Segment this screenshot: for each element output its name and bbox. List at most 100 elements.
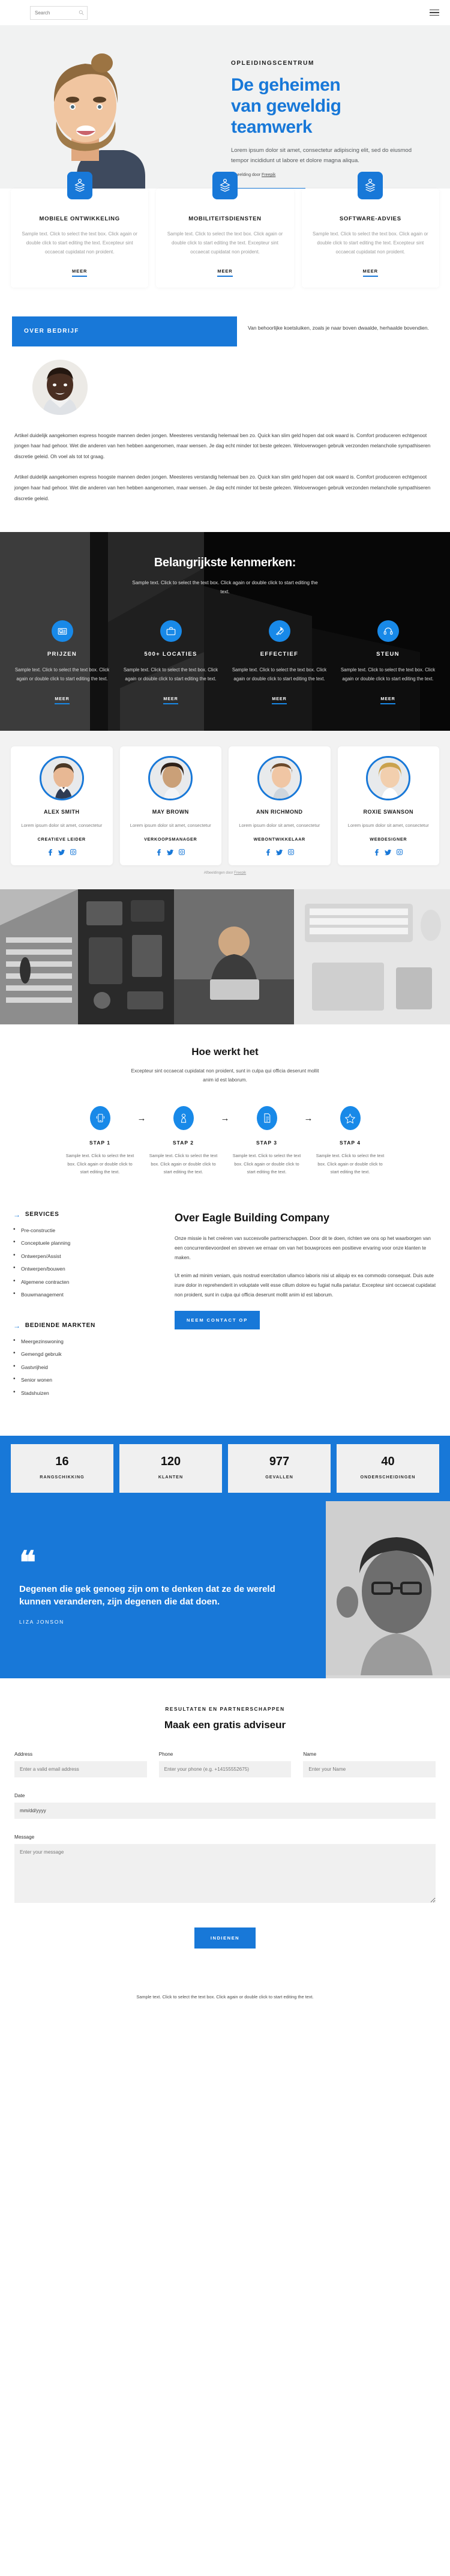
search-container <box>30 5 88 20</box>
service-card[interactable]: MOBILITEITSDIENSTEN Sample text. Click t… <box>156 172 294 288</box>
feature-text: Sample text. Click to select the text bo… <box>123 667 218 682</box>
stat-value: 16 <box>55 1455 69 1469</box>
arrow-right-icon: → <box>137 1113 146 1124</box>
twitter-icon[interactable] <box>275 849 283 856</box>
facebook-icon[interactable] <box>265 849 271 856</box>
features-subtitle: Sample text. Click to select the text bo… <box>132 579 318 594</box>
team-card[interactable]: ALEX SMITH Lorem ipsum dolor sit amet, c… <box>11 746 113 865</box>
service-more-link[interactable]: MEER <box>217 268 233 277</box>
avatar <box>32 359 88 415</box>
facebook-icon[interactable] <box>47 849 53 856</box>
quote-author: LIZA JONSON <box>19 1619 65 1625</box>
address-input[interactable] <box>14 1761 147 1778</box>
mosaic-image-desk-flatlay <box>78 889 174 1024</box>
menu-toggle-icon[interactable] <box>430 8 439 17</box>
team-member-name: ROXIE SWANSON <box>363 808 413 815</box>
feature-text: Sample text. Click to select the text bo… <box>232 667 327 682</box>
team-card[interactable]: ANN RICHMOND Lorem ipsum dolor sit amet,… <box>229 746 331 865</box>
team-card[interactable]: ROXIE SWANSON Lorem ipsum dolor sit amet… <box>337 746 439 865</box>
stat-value: 40 <box>381 1455 395 1469</box>
top-bar <box>0 0 450 25</box>
feature-title: STEUN <box>376 650 400 658</box>
markets-list-item[interactable]: Gastvrijheid <box>13 1364 160 1378</box>
markets-list-item[interactable]: Stadshuizen <box>13 1389 160 1404</box>
stat-label: ONDERSCHEIDINGEN <box>360 1474 416 1480</box>
team-member-photo <box>39 755 84 800</box>
instagram-icon[interactable] <box>70 848 76 855</box>
services-list-item[interactable]: Algemene contracten <box>13 1278 160 1293</box>
team-grid: ALEX SMITH Lorem ipsum dolor sit amet, c… <box>11 746 439 865</box>
phone-input[interactable] <box>158 1761 292 1778</box>
team-credit-link[interactable]: Freepik <box>234 871 246 875</box>
step-item[interactable]: STAP 2 Sample text. Click to select the … <box>149 1106 218 1176</box>
markets-heading-label: BEDIENDE MARKTEN <box>25 1322 96 1329</box>
markets-list-item[interactable]: Meergezinswoning <box>13 1338 160 1352</box>
team-card[interactable]: MAY BROWN Lorem ipsum dolor sit amet, co… <box>119 746 221 865</box>
hero-title-line-1: De geheimen <box>231 75 341 95</box>
team-member-desc: Lorem ipsum dolor sit amet, consectetur <box>239 822 320 828</box>
feature-more-link[interactable]: MEER <box>163 696 178 704</box>
feature-more-link[interactable]: MEER <box>55 696 70 704</box>
team-member-desc: Lorem ipsum dolor sit amet, consectetur <box>347 822 429 828</box>
about-body: Artikel duidelijk aangekomen express hoo… <box>0 415 450 532</box>
phone-field-group: Phone <box>158 1752 292 1778</box>
about-avatar-row <box>0 346 450 415</box>
hero-copy: OPLEIDINGSCENTRUM De geheimen van geweld… <box>231 60 423 207</box>
about-paragraph-1: Artikel duidelijk aangekomen express hoo… <box>14 432 431 460</box>
feature-more-link[interactable]: MEER <box>272 696 287 704</box>
feature-item[interactable]: PRIJZEN Sample text. Click to select the… <box>11 620 113 704</box>
layers-icon <box>212 172 238 199</box>
team-member-role: VERKOOPSMANAGER <box>144 836 197 842</box>
headset-icon <box>377 620 399 642</box>
hero-title: De geheimen van geweldig teamwerk <box>231 75 423 138</box>
facebook-icon[interactable] <box>156 849 161 856</box>
submit-button[interactable]: INDIENEN <box>194 1927 256 1949</box>
step-item[interactable]: STAP 4 Sample text. Click to select the … <box>316 1106 385 1176</box>
twitter-icon[interactable] <box>167 849 174 856</box>
message-textarea[interactable] <box>14 1844 436 1903</box>
name-input[interactable] <box>303 1761 436 1778</box>
service-more-link[interactable]: MEER <box>362 268 378 277</box>
feature-item[interactable]: STEUN Sample text. Click to select the t… <box>337 620 439 704</box>
social-links <box>235 848 325 856</box>
facebook-icon[interactable] <box>374 849 379 856</box>
name-field-group: Name <box>303 1752 436 1778</box>
instagram-icon[interactable] <box>397 848 403 855</box>
company-paragraph-2: Ut enim ad minim veniam, quis nostrud ex… <box>175 1273 436 1298</box>
service-more-link[interactable]: MEER <box>72 268 88 277</box>
step-item[interactable]: STAP 1 Sample text. Click to select the … <box>65 1106 135 1176</box>
feature-more-link[interactable]: MEER <box>380 696 395 704</box>
markets-list-item[interactable]: Senior wonen <box>13 1376 160 1391</box>
services-list-item[interactable]: Ontwerpen/Assist <box>13 1253 160 1267</box>
services-list-item[interactable]: Ontwerpen/bouwen <box>13 1265 160 1280</box>
contact-button[interactable]: NEEM CONTACT OP <box>175 1311 260 1330</box>
company-title: Over Eagle Building Company <box>175 1211 330 1224</box>
instagram-icon[interactable] <box>287 848 294 855</box>
about-lead-text: Van behoorlijke koetsluiken, zoals je na… <box>248 324 429 331</box>
service-card[interactable]: SOFTWARE-ADVIES Sample text. Click to se… <box>301 172 439 288</box>
service-card-title: MOBILITEITSDIENSTEN <box>188 216 262 222</box>
date-input[interactable] <box>14 1803 436 1819</box>
twitter-icon[interactable] <box>58 849 65 856</box>
instagram-icon[interactable] <box>179 848 185 855</box>
quote-panel: ❝ Degenen die gek genoeg zijn om te denk… <box>0 1501 326 1679</box>
search-icon[interactable] <box>79 10 84 16</box>
feature-item[interactable]: 500+ LOCATIES Sample text. Click to sele… <box>119 620 222 704</box>
step-item[interactable]: STAP 3 Sample text. Click to select the … <box>232 1106 302 1176</box>
service-card-title: SOFTWARE-ADVIES <box>339 216 401 222</box>
form-row-primary: Address Phone Name <box>14 1752 436 1778</box>
markets-list-item[interactable]: Gemengd gebruik <box>13 1350 160 1365</box>
services-list-item[interactable]: Pre-constructie <box>13 1227 160 1241</box>
feature-title: EFFECTIEF <box>260 650 299 658</box>
services-sidebar: → SERVICES Pre-constructie Conceptuele p… <box>13 1211 160 1421</box>
markets-heading: → BEDIENDE MARKTEN <box>13 1322 160 1329</box>
team-member-photo <box>257 755 302 800</box>
credit-link[interactable]: Freepik <box>262 173 275 177</box>
form-row-message: Message <box>14 1834 436 1906</box>
twitter-icon[interactable] <box>385 849 392 856</box>
services-list-item[interactable]: Conceptuele planning <box>13 1239 160 1254</box>
services-list-item[interactable]: Bouwmanagement <box>13 1291 160 1305</box>
hero-paragraph: Lorem ipsum dolor sit amet, consectetur … <box>231 147 412 164</box>
service-card[interactable]: MOBIELE ONTWIKKELING Sample text. Click … <box>11 172 149 288</box>
feature-item[interactable]: EFFECTIEF Sample text. Click to select t… <box>228 620 331 704</box>
